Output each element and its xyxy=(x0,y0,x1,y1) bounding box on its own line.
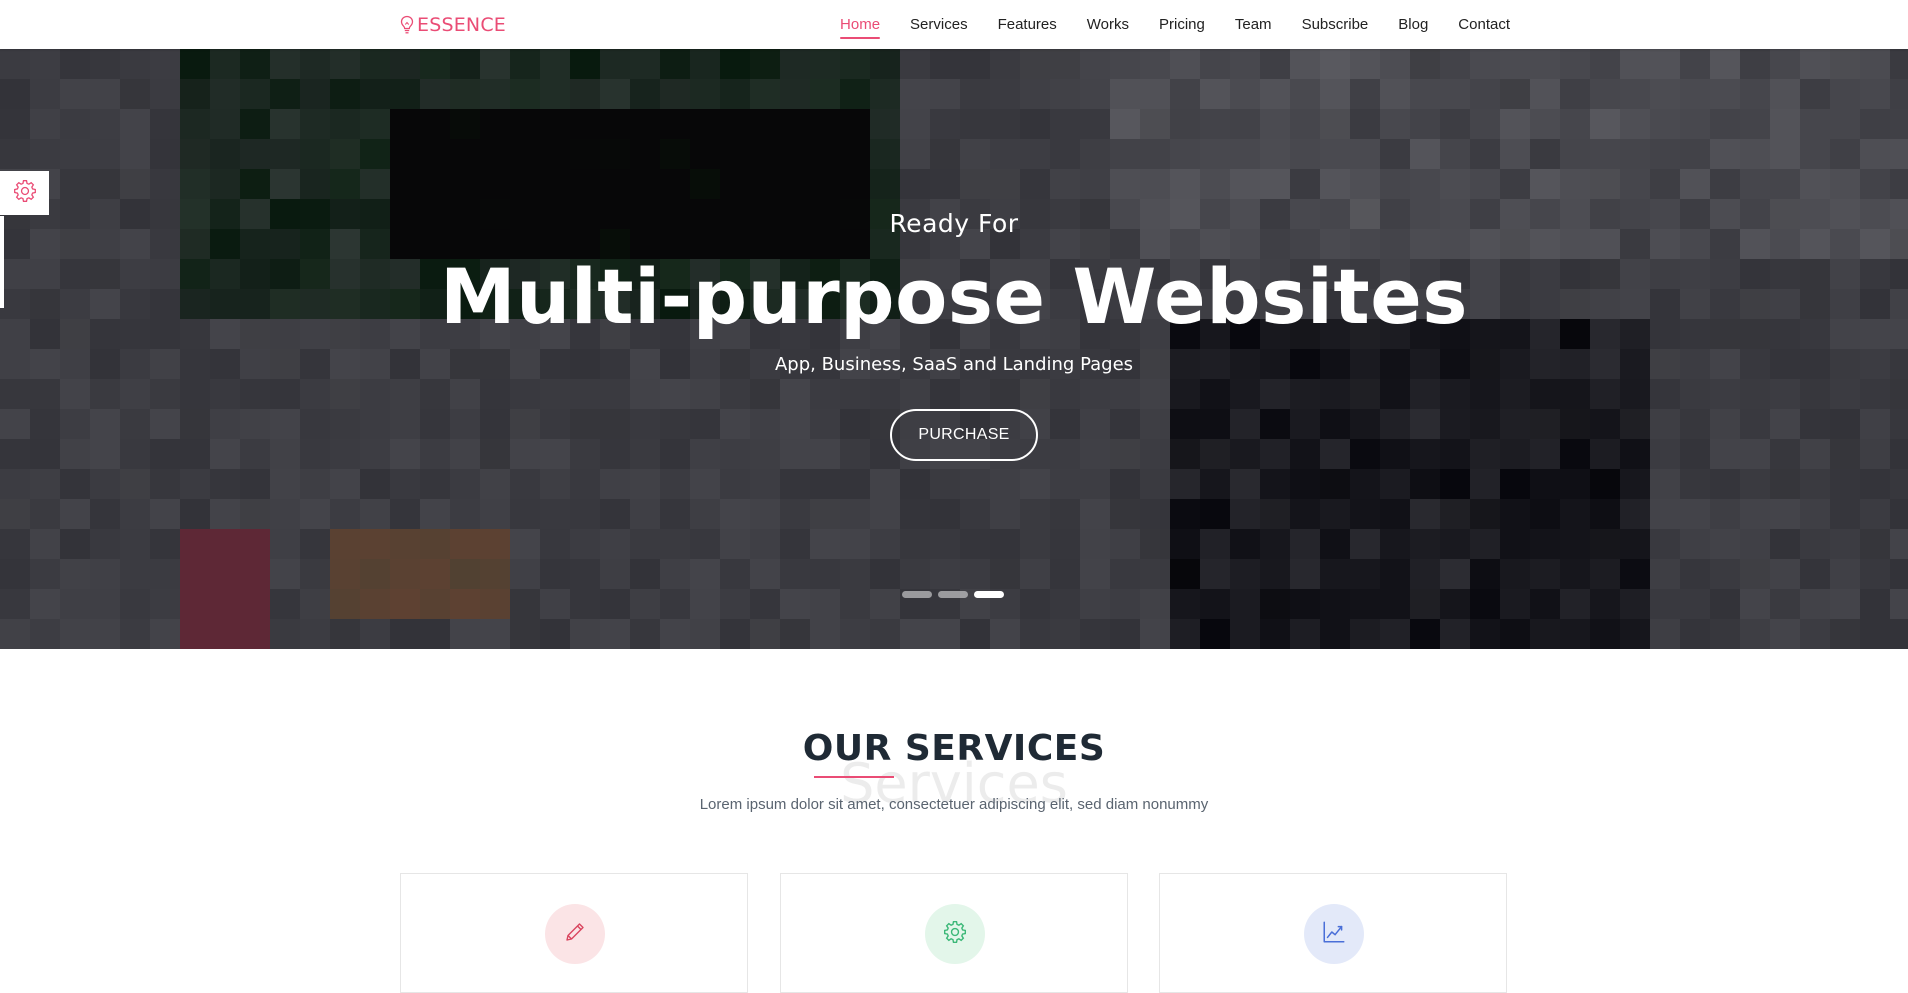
services-description: Lorem ipsum dolor sit amet, consectetuer… xyxy=(699,796,1209,813)
purchase-button[interactable]: PURCHASE xyxy=(890,409,1038,461)
side-panel-edge xyxy=(0,216,4,308)
pencil-icon xyxy=(563,920,587,949)
slider-dot-3[interactable] xyxy=(974,591,1004,598)
nav-item-blog[interactable]: Blog xyxy=(1398,0,1428,49)
gear-icon xyxy=(12,178,38,209)
nav-item-works[interactable]: Works xyxy=(1087,0,1129,49)
nav-item-features[interactable]: Features xyxy=(998,0,1057,49)
nav-item-team[interactable]: Team xyxy=(1235,0,1272,49)
service-icon-wrap xyxy=(545,904,605,964)
lightbulb-icon xyxy=(400,15,414,35)
settings-toggle-button[interactable] xyxy=(0,171,49,215)
service-icon-wrap xyxy=(925,904,985,964)
hero-content: Ready For Multi-purpose Websites App, Bu… xyxy=(0,49,1908,649)
navbar: ESSENCE Home Services Features Works Pri… xyxy=(0,0,1908,49)
brand-logo[interactable]: ESSENCE xyxy=(400,12,506,38)
nav-item-pricing[interactable]: Pricing xyxy=(1159,0,1205,49)
service-card-3[interactable] xyxy=(1159,873,1507,993)
nav-item-subscribe[interactable]: Subscribe xyxy=(1302,0,1369,49)
service-icon-wrap xyxy=(1304,904,1364,964)
gear-icon xyxy=(942,919,968,950)
services-title: OUR SERVICES xyxy=(802,728,1106,769)
hero-kicker: Ready For xyxy=(889,209,1019,238)
nav-item-home[interactable]: Home xyxy=(840,0,881,49)
hero-title: Multi-purpose Websites xyxy=(439,252,1469,341)
nav-item-contact[interactable]: Contact xyxy=(1458,0,1510,49)
title-underline xyxy=(814,776,894,778)
service-card-1[interactable] xyxy=(400,873,748,993)
nav-item-services[interactable]: Services xyxy=(910,0,968,49)
main-nav: Home Services Features Works Pricing Tea… xyxy=(810,0,1510,49)
brand-name: ESSENCE xyxy=(417,14,507,36)
chart-line-icon xyxy=(1321,919,1347,950)
hero-slider: Ready For Multi-purpose Websites App, Bu… xyxy=(0,49,1908,649)
slider-dot-1[interactable] xyxy=(902,591,932,598)
slider-dot-2[interactable] xyxy=(938,591,968,598)
slider-pagination xyxy=(902,591,1004,598)
service-card-2[interactable] xyxy=(780,873,1128,993)
hero-subtitle: App, Business, SaaS and Landing Pages xyxy=(774,354,1134,375)
